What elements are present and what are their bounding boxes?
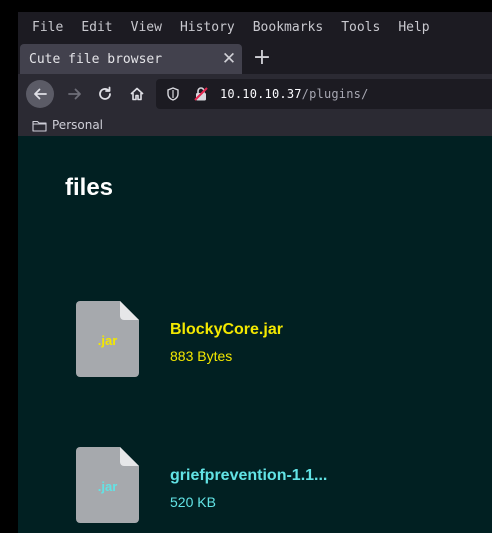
reload-button[interactable] [91,80,119,108]
new-tab-button[interactable]: + [251,44,273,72]
menu-tools[interactable]: Tools [341,20,380,35]
jar-file-icon[interactable]: .jar [76,447,139,523]
page-title: files [65,174,114,201]
home-icon [130,87,144,101]
file-extension: .jar [97,333,118,348]
file-size: 520 KB [170,494,216,510]
arrow-right-icon [68,88,81,100]
forward-button[interactable] [61,80,89,108]
back-button[interactable] [26,80,54,108]
bookmark-folder-personal[interactable]: Personal [52,118,103,132]
address-bar[interactable]: 10.10.10.37/plugins/ [156,79,492,109]
browser-window: File Edit View History Bookmarks Tools H… [18,12,492,533]
page-content: files .jar BlockyCore.jar 883 Bytes .jar [18,136,492,533]
url-text: 10.10.10.37/plugins/ [220,87,369,101]
menu-bookmarks[interactable]: Bookmarks [253,20,323,35]
jar-file-icon[interactable]: .jar [76,301,139,377]
tab-active[interactable]: Cute file browser ✕ [20,44,242,74]
file-name[interactable]: BlockyCore.jar [170,321,283,339]
navigation-bar: 10.10.10.37/plugins/ [18,74,492,114]
url-path: /plugins/ [301,87,369,101]
url-host: 10.10.10.37 [220,87,302,101]
shield-icon[interactable] [162,83,184,105]
menu-bar: File Edit View History Bookmarks Tools H… [18,12,492,42]
menu-file[interactable]: File [32,20,63,35]
file-item[interactable]: .jar BlockyCore.jar 883 Bytes [76,301,476,381]
home-button[interactable] [123,80,151,108]
bookmarks-toolbar: Personal [18,114,492,136]
file-size: 883 Bytes [170,348,233,364]
file-item[interactable]: .jar griefprevention-1.1... 520 KB [76,447,476,527]
menu-history[interactable]: History [180,20,235,35]
menu-help[interactable]: Help [398,20,429,35]
close-tab-icon[interactable]: ✕ [216,49,242,69]
file-extension: .jar [97,479,118,494]
insecure-lock-icon[interactable] [190,83,212,105]
file-name[interactable]: griefprevention-1.1... [170,467,327,485]
reload-icon [99,86,111,100]
arrow-left-icon [34,88,47,100]
menu-edit[interactable]: Edit [81,20,112,35]
folder-icon [32,120,47,132]
tab-title: Cute file browser [29,51,163,67]
tab-bar: Cute file browser ✕ + [18,42,492,74]
menu-view[interactable]: View [131,20,162,35]
